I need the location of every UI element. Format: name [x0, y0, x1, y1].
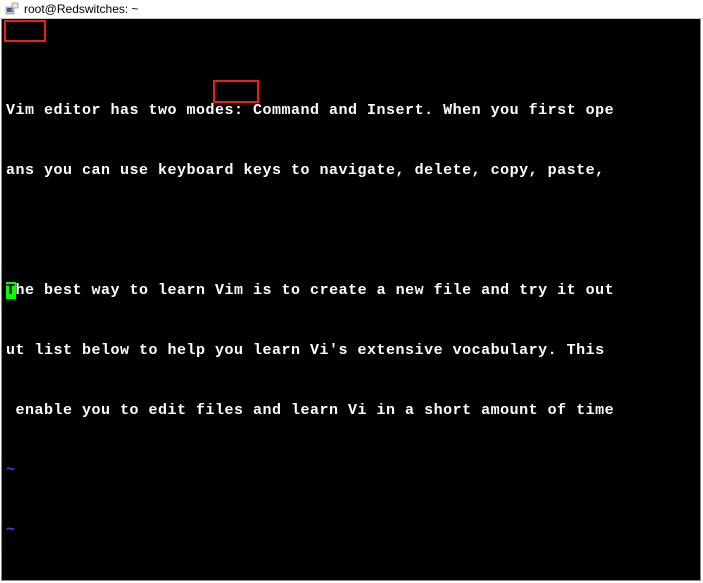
empty-line-tilde: ~: [6, 521, 700, 541]
highlight-annotation-1: [4, 20, 46, 42]
text-line: [6, 221, 700, 241]
text-line: The best way to learn Vim is to create a…: [6, 281, 700, 301]
putty-icon: [4, 1, 20, 17]
text-after-cursor: he best way to learn Vim is to create a …: [16, 282, 615, 299]
highlight-annotation-2: [213, 80, 259, 103]
text-line: ut list below to help you learn Vi's ext…: [6, 341, 700, 361]
empty-line-tilde: ~: [6, 461, 700, 481]
text-line: ans you can use keyboard keys to navigat…: [6, 161, 700, 181]
window-title: root@Redswitches: ~: [24, 2, 139, 16]
window-titlebar: root@Redswitches: ~: [0, 0, 703, 19]
terminal-viewport[interactable]: Vim editor has two modes: Command and In…: [1, 19, 701, 581]
cursor: T: [6, 282, 16, 299]
text-line: Vim editor has two modes: Command and In…: [6, 101, 700, 121]
text-line: enable you to edit files and learn Vi in…: [6, 401, 700, 421]
